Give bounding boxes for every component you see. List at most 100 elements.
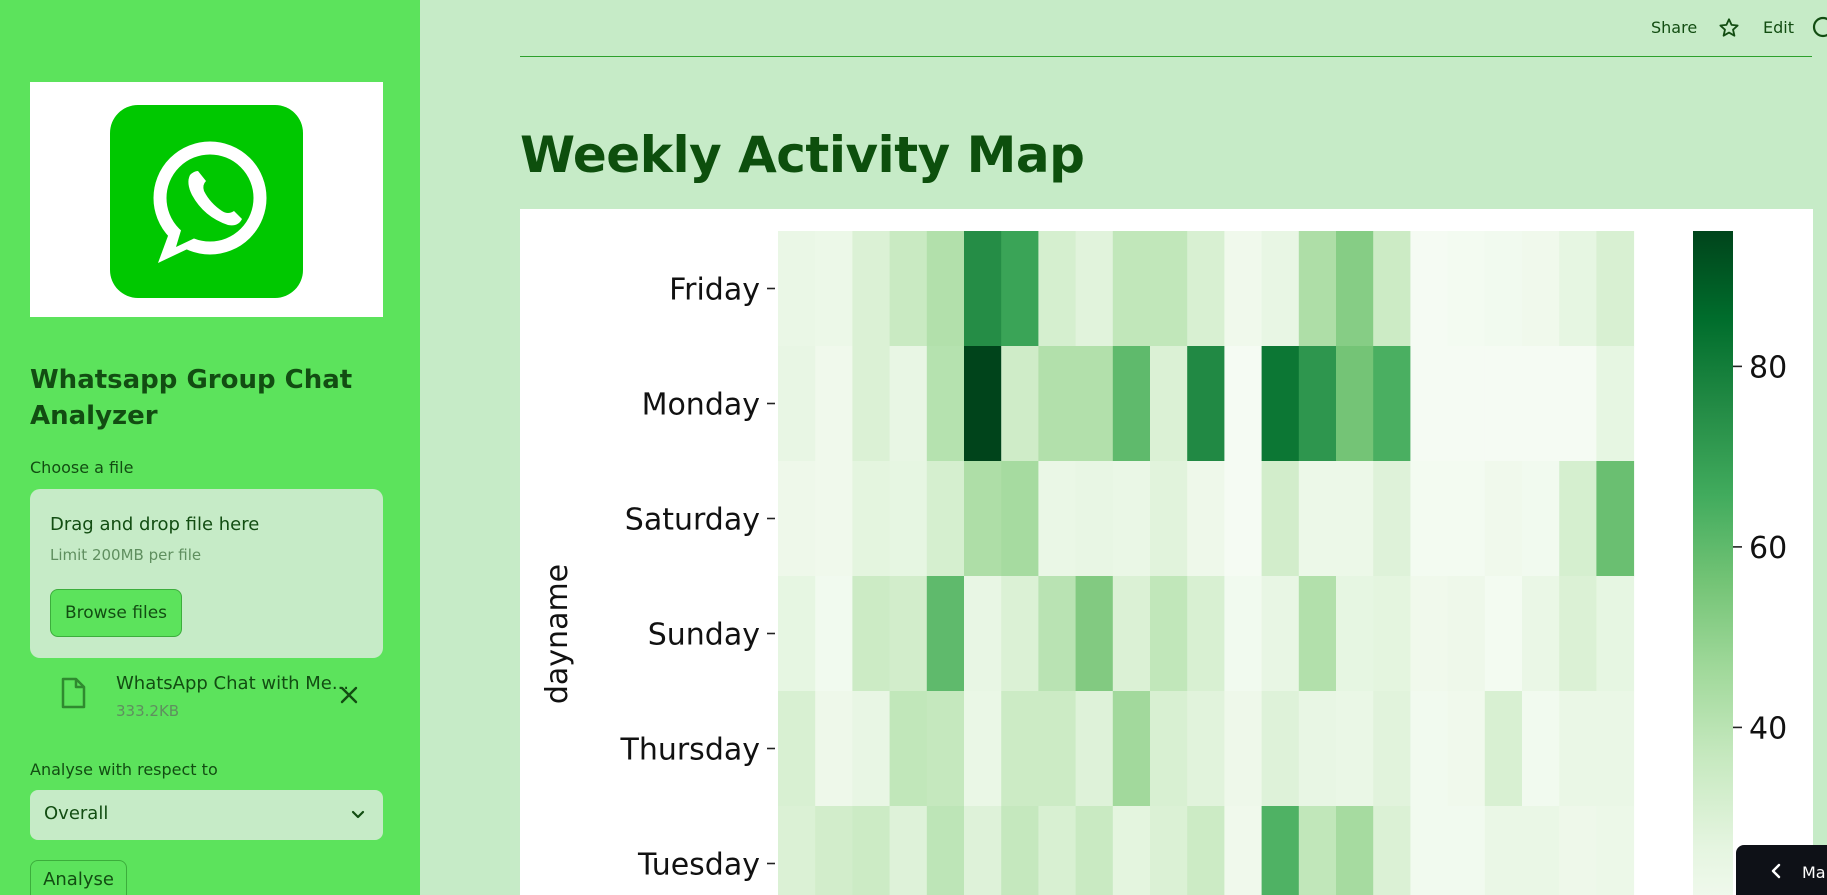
heatmap-cell — [1075, 346, 1114, 462]
heatmap-cell — [1224, 691, 1263, 807]
colorbar-tick-label: 80 — [1749, 350, 1787, 385]
analyse-select[interactable]: Overall — [30, 790, 383, 840]
heatmap-cell — [964, 231, 1002, 347]
heatmap-cell — [964, 461, 1002, 577]
uploaded-file-row: WhatsApp Chat with Me... 333.2KB — [30, 665, 383, 725]
heatmap-cell — [1038, 576, 1077, 692]
heatmap-cell — [1038, 346, 1077, 462]
heatmap-cell — [1447, 461, 1486, 577]
heatmap-cell — [778, 691, 816, 807]
manage-app-pill[interactable]: Mar — [1736, 845, 1827, 895]
heatmap-cell — [1261, 461, 1300, 577]
weekly-activity-heatmap: Friday Monday Saturday Sunday Thursday Tuesda… — [520, 209, 1813, 895]
edit-button[interactable]: Edit — [1763, 18, 1794, 37]
heatmap-cell — [815, 576, 853, 692]
heatmap-cell — [1150, 691, 1188, 807]
heatmap-cell — [1112, 691, 1151, 807]
heatmap-cell — [1298, 231, 1337, 347]
heatmap-cell — [1522, 346, 1560, 462]
heatmap-cell — [889, 691, 928, 807]
heatmap-cell — [1075, 461, 1114, 577]
heatmap-cell — [926, 806, 965, 895]
heatmap-cell — [1224, 231, 1263, 347]
y-tick-label: Saturday — [625, 503, 760, 538]
heatmap-cell — [1410, 576, 1449, 692]
heatmap-cell — [1336, 461, 1374, 577]
manage-app-label: Mar — [1802, 863, 1827, 882]
file-dropzone[interactable]: Drag and drop file here Limit 200MB per … — [30, 489, 383, 658]
heatmap-cell — [1522, 576, 1560, 692]
heatmap-cell — [852, 461, 891, 577]
heatmap-cell — [1298, 346, 1337, 462]
heatmap-cell — [1038, 461, 1077, 577]
heatmap-cell — [1261, 576, 1300, 692]
heatmap-cell — [964, 806, 1002, 895]
heatmap-cell — [852, 806, 891, 895]
heatmap-cell — [1224, 576, 1263, 692]
heatmap-cell — [852, 576, 891, 692]
heatmap-cell — [778, 461, 816, 577]
heatmap-cell — [1187, 691, 1225, 807]
heatmap-cell — [1373, 691, 1411, 807]
heatmap-cell — [1484, 806, 1523, 895]
heatmap-cell — [1187, 576, 1225, 692]
analyse-label: Analyse with respect to — [30, 760, 218, 779]
whatsapp-logo-icon — [110, 105, 303, 298]
heatmap-cell — [1112, 806, 1151, 895]
heatmap-cell — [1261, 346, 1300, 462]
heatmap-cell — [1447, 576, 1486, 692]
heatmap-cell — [1001, 806, 1039, 895]
heatmap-cell — [926, 231, 965, 347]
browse-files-button[interactable]: Browse files — [50, 589, 182, 637]
heatmap-cell — [1447, 691, 1486, 807]
heatmap-cell — [1559, 461, 1597, 577]
heatmap-cell — [1224, 461, 1263, 577]
heatmap-cell — [1410, 231, 1449, 347]
heatmap-cell — [1075, 806, 1114, 895]
heatmap-cell — [1596, 806, 1635, 895]
star-icon[interactable] — [1718, 17, 1740, 43]
heatmap-cell — [926, 691, 965, 807]
heatmap-cell — [1261, 691, 1300, 807]
heatmap-cell — [1336, 691, 1374, 807]
heatmap-cell — [1373, 231, 1411, 347]
heatmap-cell — [1410, 806, 1449, 895]
github-icon[interactable] — [1812, 16, 1827, 42]
heatmap-cell — [889, 576, 928, 692]
sidebar: Whatsapp Group Chat Analyzer Choose a fi… — [0, 0, 420, 895]
heatmap-cell — [1001, 346, 1039, 462]
heatmap-cell — [1261, 231, 1300, 347]
uploaded-file-size: 333.2KB — [116, 702, 180, 720]
analyse-button[interactable]: Analyse — [30, 860, 127, 895]
heatmap-cell — [1298, 461, 1337, 577]
header-divider — [520, 56, 1812, 57]
heatmap-cell — [1596, 461, 1635, 577]
heatmap-cell — [1150, 231, 1188, 347]
heatmap-cell — [1336, 576, 1374, 692]
heatmap-cell — [1075, 576, 1114, 692]
heatmap-cell — [1410, 461, 1449, 577]
heatmap-cell — [1522, 691, 1560, 807]
heatmap-cell — [964, 691, 1002, 807]
heatmap-cell — [964, 576, 1002, 692]
heatmap-svg: Friday Monday Saturday Sunday Thursday Tuesda… — [540, 231, 1787, 895]
heatmap-cell — [1224, 346, 1263, 462]
heatmap-cell — [1112, 461, 1151, 577]
heatmap-cell — [1298, 691, 1337, 807]
heatmap-cell — [1187, 806, 1225, 895]
heatmap-cell — [1336, 346, 1374, 462]
heatmap-cell — [1038, 231, 1077, 347]
heatmap-cell — [1484, 231, 1523, 347]
heatmap-cell — [815, 231, 853, 347]
close-icon[interactable] — [337, 683, 361, 707]
heatmap-cell — [1484, 576, 1523, 692]
heatmap-cell — [1001, 231, 1039, 347]
heatmap-cell — [926, 576, 965, 692]
heatmap-cell — [852, 691, 891, 807]
share-button[interactable]: Share — [1651, 18, 1697, 37]
heatmap-cell — [1522, 461, 1560, 577]
heatmap-cell — [1559, 806, 1597, 895]
heatmap-cell — [1522, 231, 1560, 347]
heatmap-cell — [1112, 346, 1151, 462]
heatmap-cell — [852, 346, 891, 462]
